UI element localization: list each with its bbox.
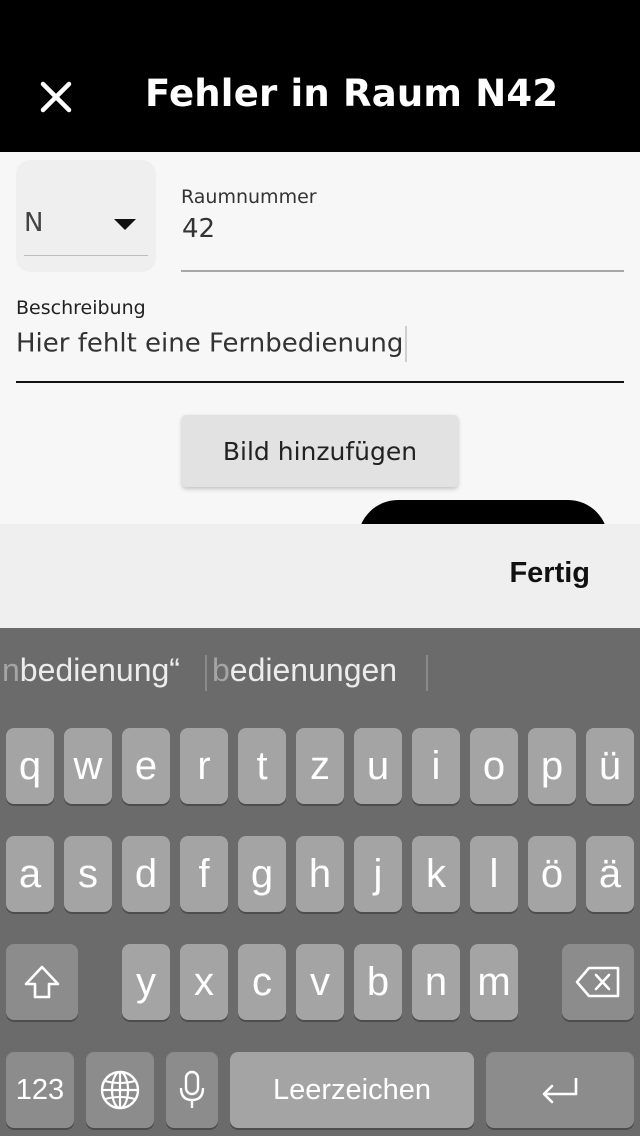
- return-icon: [542, 1078, 578, 1104]
- key-y[interactable]: y: [122, 944, 170, 1020]
- key-o[interactable]: o: [470, 728, 518, 804]
- key-j[interactable]: j: [354, 836, 402, 912]
- key-a-umlaut[interactable]: ä: [586, 836, 634, 912]
- globe-icon: [100, 1070, 140, 1110]
- key-g[interactable]: g: [238, 836, 286, 912]
- key-e[interactable]: e: [122, 728, 170, 804]
- suggestion-1-prefix: n: [2, 652, 20, 688]
- key-s[interactable]: s: [64, 836, 112, 912]
- suggestion-divider: [426, 655, 428, 691]
- app-bar: Fehler in Raum N42: [0, 0, 640, 152]
- shift-icon: [24, 965, 60, 999]
- page-title: Fehler in Raum N42: [145, 72, 559, 115]
- room-number-input[interactable]: 42: [182, 214, 215, 244]
- microphone-icon: [179, 1070, 205, 1108]
- close-icon[interactable]: [36, 77, 76, 117]
- suggestion-1-text: bedienung“: [19, 652, 180, 688]
- key-w[interactable]: w: [64, 728, 112, 804]
- submit-button[interactable]: [358, 500, 608, 524]
- key-h[interactable]: h: [296, 836, 344, 912]
- key-c[interactable]: c: [238, 944, 286, 1020]
- key-m[interactable]: m: [470, 944, 518, 1020]
- return-key[interactable]: [486, 1052, 634, 1128]
- key-x[interactable]: x: [180, 944, 228, 1020]
- description-text: Hier fehlt eine Fernbedienung: [16, 328, 404, 359]
- key-u-umlaut[interactable]: ü: [586, 728, 634, 804]
- add-image-button[interactable]: Bild hinzufügen: [182, 415, 458, 487]
- keyboard-accessory-bar: Fertig: [0, 524, 640, 628]
- key-q[interactable]: q: [6, 728, 54, 804]
- suggestion-2-prefix: b: [212, 652, 230, 688]
- suggestion-divider: [205, 655, 207, 691]
- text-cursor: [405, 326, 408, 362]
- suggestion-bar: nbedienung“ bedienungen: [0, 628, 640, 716]
- key-r[interactable]: r: [180, 728, 228, 804]
- description-label: Beschreibung: [16, 297, 146, 319]
- key-n[interactable]: n: [412, 944, 460, 1020]
- shift-key[interactable]: [6, 944, 78, 1020]
- key-u[interactable]: u: [354, 728, 402, 804]
- suggestion-2[interactable]: bedienungen: [212, 652, 397, 689]
- backspace-icon: [575, 966, 620, 998]
- key-k[interactable]: k: [412, 836, 460, 912]
- key-z[interactable]: z: [296, 728, 344, 804]
- key-f[interactable]: f: [180, 836, 228, 912]
- numbers-key[interactable]: 123: [6, 1052, 74, 1128]
- key-a[interactable]: a: [6, 836, 54, 912]
- building-select-value: N: [24, 208, 44, 238]
- done-button[interactable]: Fertig: [509, 557, 590, 590]
- key-p[interactable]: p: [528, 728, 576, 804]
- description-input[interactable]: Hier fehlt eine Fernbedienung: [16, 326, 408, 362]
- key-l[interactable]: l: [470, 836, 518, 912]
- key-v[interactable]: v: [296, 944, 344, 1020]
- report-form: N Raumnummer 42 Beschreibung Hier fehlt …: [0, 152, 640, 524]
- key-d[interactable]: d: [122, 836, 170, 912]
- select-underline: [24, 255, 148, 256]
- key-t[interactable]: t: [238, 728, 286, 804]
- suggestion-1[interactable]: nbedienung“: [2, 652, 180, 689]
- suggestion-2-text: edienungen: [229, 652, 398, 688]
- description-underline: [16, 381, 624, 383]
- microphone-key[interactable]: [166, 1052, 218, 1128]
- on-screen-keyboard: nbedienung“ bedienungen q w e r t z u i …: [0, 628, 640, 1136]
- key-o-umlaut[interactable]: ö: [528, 836, 576, 912]
- globe-key[interactable]: [86, 1052, 154, 1128]
- building-select[interactable]: N: [16, 160, 156, 272]
- key-i[interactable]: i: [412, 728, 460, 804]
- key-b[interactable]: b: [354, 944, 402, 1020]
- room-number-label: Raumnummer: [181, 186, 317, 208]
- space-key[interactable]: Leerzeichen: [230, 1052, 474, 1128]
- caret-down-icon: [114, 219, 136, 230]
- room-number-underline: [181, 270, 624, 272]
- backspace-key[interactable]: [562, 944, 634, 1020]
